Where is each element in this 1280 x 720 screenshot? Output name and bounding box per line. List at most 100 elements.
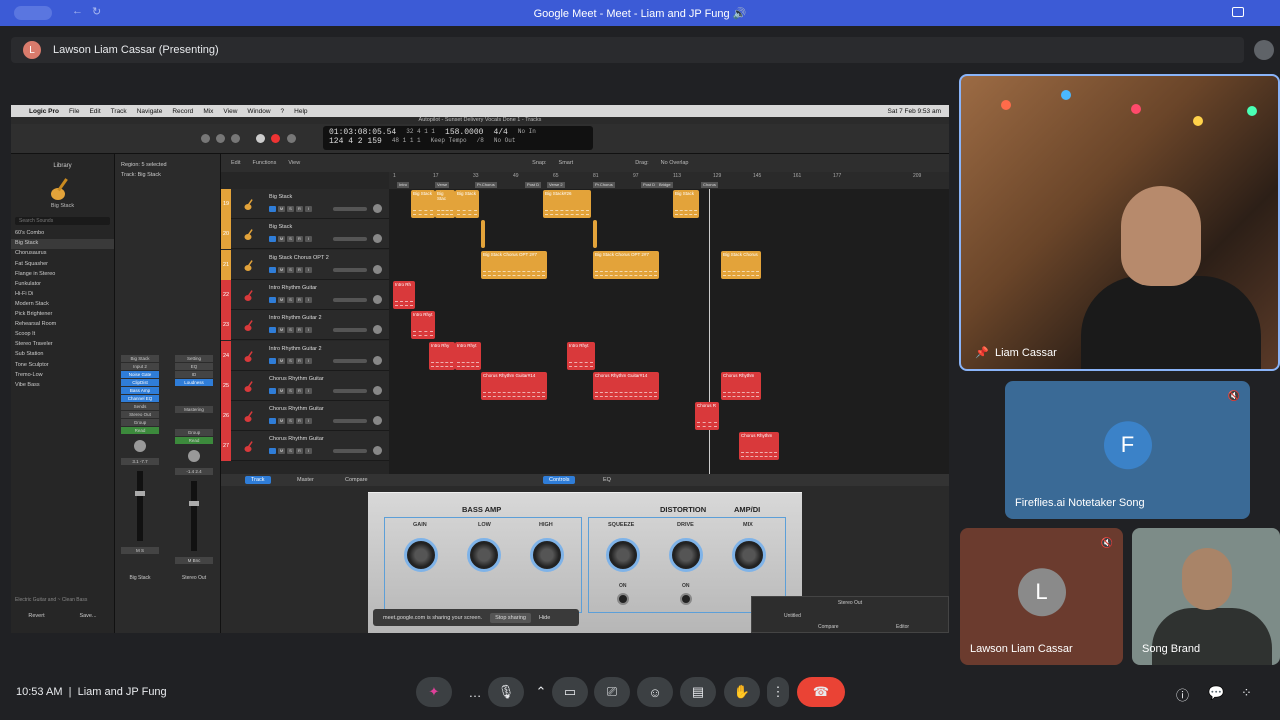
back-icon[interactable]: ← <box>72 5 83 17</box>
library-item[interactable]: Stereo Traveler <box>11 340 114 350</box>
audio-region[interactable]: Big Stack Chorus <box>721 250 761 279</box>
solo-button[interactable]: S <box>287 327 294 334</box>
library-item[interactable]: Hi-Fi Di <box>11 290 114 300</box>
menu-file[interactable]: File <box>69 108 79 115</box>
stop-sharing-button[interactable]: Stop sharing <box>490 612 531 623</box>
strip-mute-solo[interactable]: M Bnc <box>175 557 213 564</box>
solo-button[interactable]: S <box>287 357 294 364</box>
monitor-icon[interactable] <box>269 448 276 455</box>
inspector-region[interactable]: Region: 5 selected <box>115 160 220 170</box>
pan-knob[interactable] <box>134 440 146 452</box>
forward-button[interactable] <box>216 134 225 143</box>
hide-button[interactable]: Hide <box>539 615 550 621</box>
record-arm-button[interactable]: R <box>296 418 303 425</box>
participant-tile-fireflies[interactable]: F 🔇 Fireflies.ai Notetaker Song <box>1005 381 1250 519</box>
solo-button[interactable]: S <box>287 206 294 212</box>
squeeze-switch[interactable] <box>617 593 629 605</box>
track-volume-slider[interactable] <box>333 449 367 454</box>
marker[interactable]: Verse <box>435 182 450 188</box>
volume-fader[interactable] <box>189 481 199 551</box>
save-button[interactable]: Save... <box>79 613 96 619</box>
audio-region[interactable] <box>593 220 597 249</box>
library-item[interactable]: Fat Squasher <box>11 259 114 269</box>
functions-menu[interactable]: Functions <box>252 160 276 166</box>
library-item[interactable]: Big Stack <box>11 239 114 250</box>
track-name[interactable]: Intro Rhythm Guitar <box>269 285 317 291</box>
menu-mix[interactable]: Mix <box>203 108 213 115</box>
track-volume-slider[interactable] <box>333 388 367 393</box>
marker[interactable]: Post D <box>525 182 542 188</box>
track-header[interactable]: 26 Chorus Rhythm Guitar M S R I <box>221 401 389 432</box>
input-monitor-button[interactable]: I <box>305 327 312 334</box>
go-to-start-button[interactable] <box>231 134 240 143</box>
marker[interactable]: Verse 2 <box>547 182 565 188</box>
audio-region[interactable]: Chorus R <box>695 402 719 431</box>
mix-knob[interactable] <box>732 538 766 572</box>
fireflies-app-button[interactable]: ✦ <box>416 677 452 707</box>
plugin-loudness[interactable]: Loudness <box>175 379 213 386</box>
plugin-channel-eq[interactable]: Channel EQ <box>121 395 159 402</box>
track-name[interactable]: Chorus Rhythm Guitar <box>269 376 324 382</box>
edit-menu[interactable]: Edit <box>231 160 240 166</box>
record-arm-button[interactable]: R <box>296 206 303 212</box>
reactions-button[interactable]: ☺ <box>637 677 673 707</box>
chat-icon[interactable]: 💬 <box>1208 685 1224 701</box>
participant-tile-lawson[interactable]: L 🔇 Lawson Liam Cassar <box>960 528 1123 665</box>
strip-output[interactable]: Stereo Out <box>121 411 159 418</box>
library-item[interactable]: Scoop It <box>11 330 114 340</box>
audio-region[interactable]: Big Stack Chorus OPT 2#7 <box>593 250 659 279</box>
camera-button[interactable]: ▭ <box>552 677 588 707</box>
more-options-button[interactable]: ⋮ <box>767 677 789 707</box>
record-arm-button[interactable]: R <box>296 296 303 303</box>
monitor-icon[interactable] <box>269 236 276 243</box>
record-button[interactable] <box>271 134 280 143</box>
strip-group[interactable]: Group <box>175 429 213 436</box>
drag-select[interactable]: No Overlap <box>661 160 689 166</box>
library-item[interactable]: 60's Combo <box>11 229 114 239</box>
solo-button[interactable]: S <box>287 296 294 303</box>
audio-region[interactable]: Intro Rhyt <box>411 311 435 340</box>
input-monitor-button[interactable]: I <box>305 448 312 455</box>
track-name[interactable]: Big Stack Chorus OPT 2 <box>269 255 329 261</box>
mute-button[interactable]: M <box>278 206 285 212</box>
track-volume-slider[interactable] <box>333 207 367 211</box>
audio-region[interactable]: Big Stack#26 <box>543 190 591 218</box>
low-knob[interactable] <box>467 538 501 572</box>
input-monitor-button[interactable]: I <box>305 357 312 364</box>
pin-icon[interactable]: 📌 <box>975 346 989 359</box>
input-monitor-button[interactable]: I <box>305 236 312 243</box>
high-knob[interactable] <box>530 538 564 572</box>
audio-region[interactable]: Intro Rhyt <box>455 341 481 370</box>
track-name[interactable]: Big Stack <box>269 194 292 200</box>
record-arm-button[interactable]: R <box>296 357 303 364</box>
audio-region[interactable]: Big Stack <box>673 190 699 218</box>
audio-region[interactable]: Big Stack <box>455 190 479 218</box>
monitor-icon[interactable] <box>269 296 276 303</box>
track-volume-slider[interactable] <box>333 237 367 242</box>
menu-app[interactable]: Logic Pro <box>29 108 59 115</box>
mute-button[interactable]: M <box>278 357 285 364</box>
track-volume-slider[interactable] <box>333 297 367 302</box>
pan-knob[interactable] <box>188 450 200 462</box>
track-header[interactable]: 23 Intro Rhythm Guitar 2 MSRI <box>221 310 389 341</box>
library-item[interactable]: Tremo-Low <box>11 370 114 380</box>
marker[interactable]: Pr.Chorus <box>475 182 497 188</box>
monitor-icon[interactable] <box>269 387 276 394</box>
monitor-icon[interactable] <box>269 206 276 212</box>
play-button[interactable] <box>256 134 265 143</box>
strip-id[interactable]: ID <box>175 371 213 378</box>
info-icon[interactable]: ⓘ <box>1176 685 1189 704</box>
input-monitor-button[interactable]: I <box>305 266 312 273</box>
track-pan-knob[interactable] <box>373 234 382 244</box>
menu-window[interactable]: Window <box>247 108 270 115</box>
editor-button[interactable]: Editor <box>896 624 909 630</box>
participant-tile-liam[interactable]: Liam Cassar 📌 <box>959 74 1280 371</box>
mute-button[interactable]: M <box>278 236 285 243</box>
marker[interactable]: Post D <box>641 182 658 188</box>
marker[interactable]: Intro <box>397 182 410 188</box>
library-item[interactable]: Rehearsal Room <box>11 320 114 330</box>
record-arm-button[interactable]: R <box>296 266 303 273</box>
solo-button[interactable]: S <box>287 418 294 425</box>
more-audio-icon[interactable]: … <box>460 677 490 707</box>
audio-region[interactable]: Intro Rh <box>393 280 415 309</box>
